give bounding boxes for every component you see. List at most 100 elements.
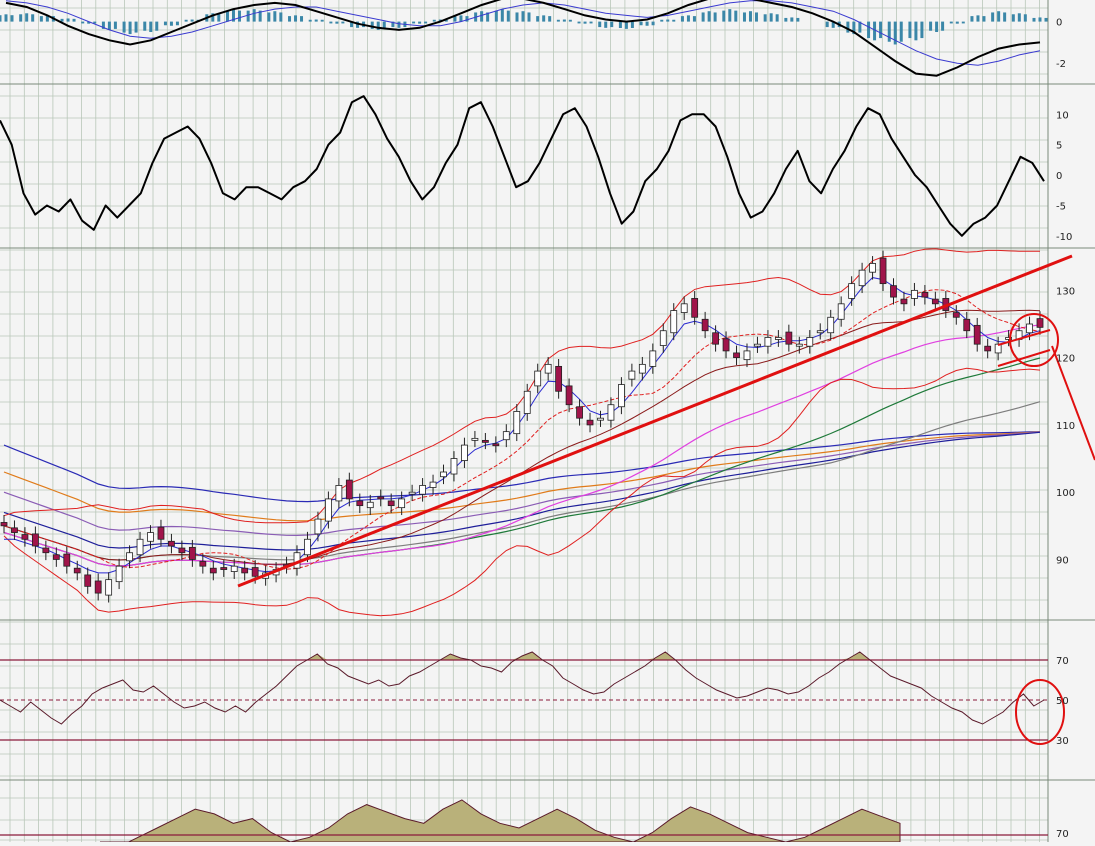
- candle-body: [733, 352, 740, 359]
- candle-body: [701, 318, 709, 332]
- candle-body: [764, 337, 772, 347]
- candle-body: [241, 567, 249, 574]
- chart-canvas: 0-21050-5-101301201101009070503070: [0, 0, 1095, 846]
- candle-body: [11, 527, 18, 533]
- candle-body: [450, 458, 458, 475]
- price-tick-label: 120: [1056, 354, 1075, 365]
- candle-body: [115, 565, 123, 583]
- candle-body: [304, 538, 311, 556]
- rsi-tick-label: 50: [1056, 696, 1069, 707]
- candle-body: [586, 419, 594, 426]
- candle-body: [398, 498, 406, 509]
- candle-body: [890, 285, 897, 298]
- candle-body: [471, 437, 479, 441]
- candle-body: [188, 546, 196, 560]
- candle-body: [712, 332, 719, 345]
- candle-body: [126, 552, 133, 562]
- candle-body: [869, 263, 876, 273]
- candle-body: [335, 485, 343, 502]
- candle-body: [649, 350, 657, 367]
- candle-body: [157, 526, 165, 540]
- candle-body: [837, 303, 845, 320]
- candle-body: [429, 481, 437, 488]
- candle-body: [0, 522, 8, 527]
- candle-body: [691, 298, 699, 318]
- candle-body: [670, 310, 678, 334]
- candle-body: [220, 567, 228, 570]
- lower-tick-label: 70: [1056, 829, 1069, 840]
- candle-body: [21, 534, 29, 540]
- candle-body: [63, 553, 71, 567]
- candle-body: [408, 491, 416, 495]
- candle-body: [931, 298, 939, 305]
- candle-body: [754, 343, 761, 347]
- candle-body: [440, 471, 447, 478]
- candle-body: [31, 533, 39, 547]
- candle-body: [523, 390, 531, 414]
- candle-body: [879, 257, 887, 285]
- candle-body: [178, 547, 186, 554]
- candle-body: [94, 580, 102, 594]
- candle-body: [994, 343, 1002, 354]
- momentum-tick-label: 0: [1056, 171, 1062, 182]
- candle-body: [911, 289, 918, 299]
- candle-body: [858, 269, 866, 287]
- candle-body: [659, 330, 667, 346]
- candle-body: [387, 500, 395, 507]
- candle-body: [984, 345, 992, 352]
- candle-body: [795, 343, 803, 347]
- candle-body: [325, 498, 332, 522]
- candle-body: [84, 574, 92, 587]
- candle-body: [147, 532, 154, 542]
- candle-body: [534, 370, 542, 387]
- candle-body: [816, 330, 824, 334]
- candle-body: [565, 385, 573, 406]
- candle-body: [492, 443, 500, 447]
- momentum-tick-label: 10: [1056, 110, 1069, 121]
- candle-body: [366, 501, 374, 509]
- candle-body: [168, 540, 175, 547]
- momentum-tick-label: -10: [1056, 232, 1072, 243]
- candle-body: [722, 338, 730, 352]
- candle-body: [680, 303, 688, 313]
- candle-body: [806, 337, 814, 347]
- rsi-tick-label: 30: [1056, 736, 1069, 747]
- technical-chart: 0 -2 10 5 0 -5 -10 130 120 110 100 90 70 50 30 70: [0, 0, 1095, 846]
- candle-body: [461, 444, 468, 461]
- candle-body: [251, 567, 259, 577]
- candle-body: [345, 479, 353, 500]
- candle-body: [356, 500, 364, 507]
- candle-body: [377, 496, 385, 500]
- price-tick-label: 90: [1056, 555, 1069, 566]
- candle-body: [921, 291, 929, 298]
- candle-body: [73, 567, 81, 574]
- candle-body: [1036, 318, 1044, 328]
- candle-body: [774, 337, 782, 340]
- candle-body: [743, 350, 751, 361]
- candle-body: [597, 417, 604, 421]
- candle-body: [502, 431, 510, 441]
- candle-body: [618, 384, 625, 408]
- rsi-tick-label: 70: [1056, 656, 1069, 667]
- candle-body: [555, 365, 563, 392]
- candle-body: [52, 554, 60, 560]
- candle-body: [105, 579, 113, 596]
- candle-body: [314, 518, 322, 535]
- candle-body: [638, 363, 646, 374]
- momentum-tick-label: -5: [1056, 201, 1066, 212]
- candle-body: [481, 439, 489, 443]
- candle-body: [1026, 323, 1033, 334]
- momentum-tick-label: 5: [1056, 141, 1062, 152]
- candle-body: [628, 370, 636, 380]
- candle-body: [952, 312, 960, 318]
- candle-body: [900, 298, 908, 305]
- candle-body: [785, 331, 793, 345]
- candle-body: [513, 411, 521, 435]
- price-tick-label: 100: [1056, 488, 1075, 499]
- candle-body: [607, 404, 615, 421]
- candle-body: [963, 318, 971, 332]
- candle-body: [136, 538, 144, 556]
- candle-body: [209, 567, 217, 574]
- candle-body: [576, 406, 583, 419]
- candle-body: [973, 324, 981, 345]
